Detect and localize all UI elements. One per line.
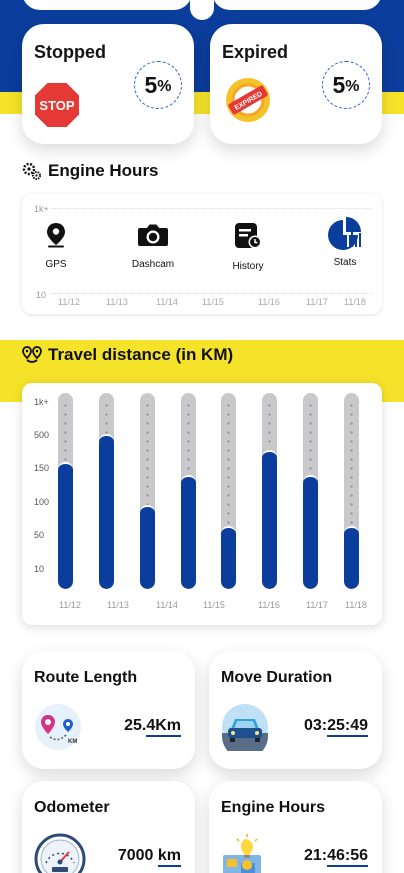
travel-distance-title: Travel distance (in KM) (48, 345, 234, 364)
y-tick-label: 150 (34, 463, 50, 473)
nav-dashcam-label: Dashcam (131, 259, 175, 270)
bar-track (344, 393, 359, 589)
bar[interactable] (98, 434, 114, 589)
camera-icon (138, 224, 168, 246)
y-tick-label: 100 (34, 497, 50, 507)
engine-x-label: 11/16 (258, 297, 280, 307)
engine-x-label: 11/15 (202, 297, 224, 307)
x-tick-label: 11/12 (59, 600, 81, 610)
engine-y-tick: 10 (36, 290, 47, 300)
bar-track (303, 393, 319, 589)
route-length-value: 25.4Km (124, 717, 181, 737)
top-card-stub-left (22, 0, 192, 10)
bar-track (180, 393, 196, 589)
nav-history[interactable]: History (210, 222, 286, 272)
engine-bulb-icon (221, 833, 269, 873)
bar[interactable] (221, 526, 237, 589)
y-tick-label: 10 (34, 564, 45, 574)
engine-hours-card-title: Engine Hours (221, 799, 326, 816)
x-tick-label: 11/16 (258, 600, 280, 610)
bar-track (58, 393, 73, 589)
bottom-nav-menu: GPS Dashcam History Stats (22, 217, 383, 278)
bar[interactable] (262, 450, 278, 589)
x-tick-label: 11/15 (203, 600, 225, 610)
bar-track (98, 393, 114, 589)
expired-badge-icon: EXPIRED (224, 76, 272, 129)
bar-track (262, 393, 278, 589)
odometer-value: 7000 km (118, 847, 181, 867)
stopped-title: Stopped (34, 42, 106, 62)
nav-stats[interactable]: Stats (307, 217, 383, 268)
x-tick-label: 11/14 (156, 600, 178, 610)
move-duration-card[interactable]: Move Duration 03:25:49 (209, 651, 382, 769)
pie-chart-icon (328, 217, 361, 250)
x-tick-label: 11/17 (306, 600, 328, 610)
odometer-title: Odometer (34, 799, 110, 816)
engine-x-label: 11/12 (58, 297, 80, 307)
engine-hours-card[interactable]: Engine Hours 21:46:56 (209, 781, 382, 873)
nav-gps-label: GPS (45, 259, 67, 270)
expired-percent: 5% (322, 61, 370, 109)
top-card-stub-right (212, 0, 382, 10)
stop-sign-icon: STOP (32, 80, 82, 135)
gps-pin-icon (47, 223, 65, 248)
speedometer-icon (34, 833, 86, 873)
x-tick-label: 11/18 (345, 600, 367, 610)
expired-card[interactable]: Expired EXPIRED 5% (210, 24, 382, 144)
nav-gps[interactable]: GPS (18, 222, 94, 270)
gears-icon (22, 162, 41, 180)
engine-hours-title: Engine Hours (48, 161, 159, 180)
route-length-title: Route Length (34, 669, 138, 686)
history-icon (235, 223, 262, 249)
bar-track (221, 393, 237, 589)
location-pins-icon (22, 346, 42, 363)
engine-x-label: 11/13 (106, 297, 128, 307)
route-length-card[interactable]: Route Length KM 25.4Km (22, 651, 195, 769)
bar[interactable] (303, 475, 319, 589)
car-icon (221, 703, 269, 759)
svg-text:KM: KM (68, 739, 77, 745)
y-tick-label: 500 (34, 430, 50, 440)
engine-y-tick: 1k+ (34, 204, 49, 214)
odometer-card[interactable]: Odometer 7000 km (22, 781, 195, 873)
stopped-card[interactable]: Stopped STOP 5% (22, 24, 194, 144)
bar[interactable] (58, 462, 73, 589)
y-tick-label: 50 (34, 530, 45, 540)
stopped-percent: 5% (134, 61, 182, 109)
x-tick-label: 11/13 (107, 600, 129, 610)
travel-distance-chart: 1k+ 500 150 100 50 10 11/12 11/13 11/14 … (22, 383, 382, 625)
nav-dashcam[interactable]: Dashcam (115, 222, 191, 270)
nav-stats-label: Stats (333, 257, 357, 268)
y-tick-label: 1k+ (34, 397, 49, 407)
bar[interactable] (180, 475, 196, 589)
engine-hours-value: 21:46:56 (304, 847, 368, 867)
nav-history-label: History (232, 261, 264, 272)
engine-hours-heading: Engine Hours (22, 161, 159, 181)
engine-x-label: 11/14 (156, 297, 178, 307)
engine-x-label: 11/17 (306, 297, 328, 307)
bar[interactable] (139, 505, 155, 589)
expired-title: Expired (222, 42, 289, 62)
move-duration-value: 03:25:49 (304, 717, 368, 737)
svg-text:STOP: STOP (39, 98, 74, 113)
bar[interactable] (344, 526, 359, 589)
route-map-icon: KM (34, 703, 82, 756)
move-duration-title: Move Duration (221, 669, 333, 686)
travel-distance-heading: Travel distance (in KM) (22, 345, 233, 365)
engine-x-label: 11/18 (344, 297, 366, 307)
bar-track (139, 393, 155, 589)
